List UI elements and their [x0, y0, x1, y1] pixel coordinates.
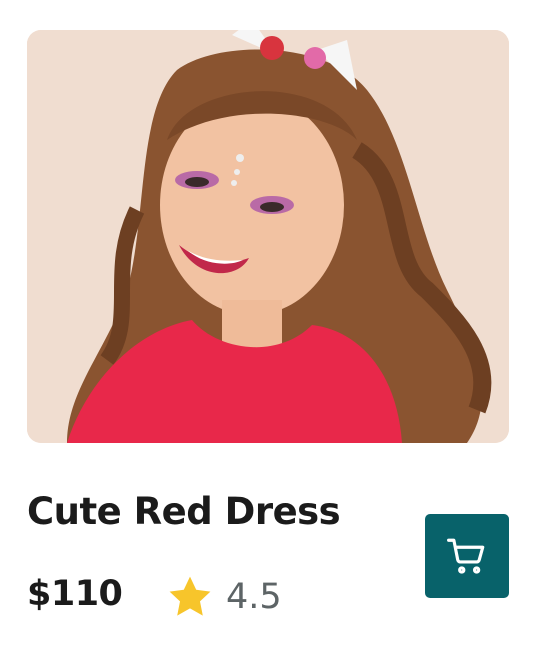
star-icon — [169, 576, 211, 616]
product-rating: 4.5 — [166, 572, 282, 622]
add-to-cart-button[interactable] — [425, 514, 509, 598]
product-title: Cute Red Dress — [27, 490, 341, 533]
rating-value: 4.5 — [226, 577, 282, 617]
product-card[interactable]: Cute Red Dress $110 4.5 — [0, 0, 539, 668]
product-image[interactable] — [27, 30, 509, 443]
shopping-cart-icon — [447, 538, 485, 574]
product-price: $110 — [27, 574, 123, 614]
